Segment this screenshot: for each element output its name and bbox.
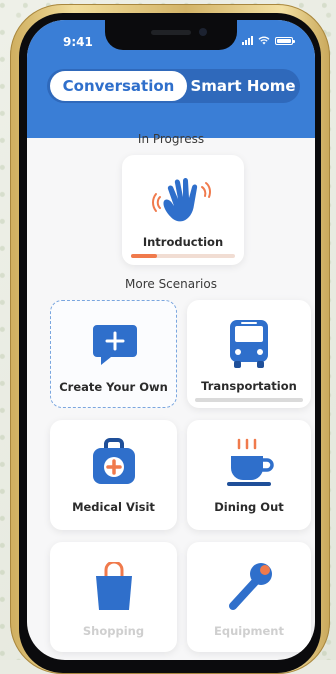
speech-bubble-plus-icon — [93, 325, 137, 365]
create-your-own-label: Create Your Own — [59, 380, 168, 394]
coffee-cup-icon — [227, 438, 274, 486]
shopping-card[interactable]: Shopping — [50, 542, 177, 652]
introduction-progress-fill — [131, 254, 157, 258]
more-scenarios-heading: More Scenarios — [125, 277, 217, 291]
transportation-card[interactable]: Transportation — [187, 300, 311, 408]
battery-icon — [275, 36, 295, 45]
introduction-label: Introduction — [142, 235, 224, 249]
create-your-own-card[interactable]: Create Your Own — [50, 300, 177, 408]
shopping-bag-icon — [96, 562, 132, 610]
mode-switcher: Conversation Smart Home — [47, 69, 300, 103]
medical-visit-label: Medical Visit — [72, 500, 155, 514]
dining-out-label: Dining Out — [214, 500, 284, 514]
cellular-signal-icon — [242, 36, 253, 45]
speaker-grille — [151, 30, 191, 35]
device-notch — [105, 20, 237, 50]
transportation-progress — [195, 398, 303, 402]
wifi-icon — [258, 36, 270, 45]
tab-conversation[interactable]: Conversation — [50, 71, 187, 101]
introduction-card[interactable]: Introduction — [122, 155, 244, 265]
equipment-label: Equipment — [214, 624, 284, 638]
app-screen: 9:41 Conversation Smart Home In Progress… — [27, 20, 315, 660]
dining-out-card[interactable]: Dining Out — [187, 420, 311, 530]
wrench-icon — [229, 563, 272, 610]
medical-visit-card[interactable]: Medical Visit — [50, 420, 177, 530]
transportation-label: Transportation — [201, 379, 297, 393]
equipment-card[interactable]: Equipment — [187, 542, 311, 652]
front-camera — [199, 28, 207, 36]
status-icons — [242, 36, 295, 45]
medical-bag-icon — [93, 438, 135, 484]
status-time: 9:41 — [63, 35, 93, 49]
in-progress-heading: In Progress — [137, 132, 205, 146]
introduction-progress — [131, 254, 235, 258]
bus-icon — [230, 320, 268, 368]
waving-hand-icon — [152, 178, 211, 222]
tab-smart-home[interactable]: Smart Home — [189, 71, 297, 101]
shopping-label: Shopping — [82, 624, 145, 638]
